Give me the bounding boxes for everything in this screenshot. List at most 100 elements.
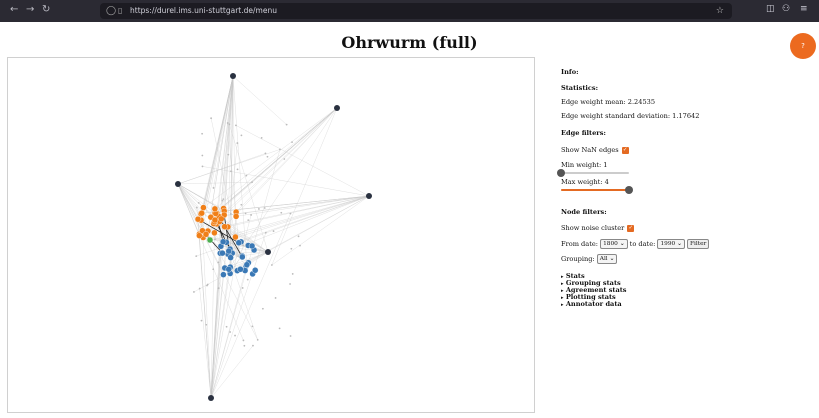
noise-node[interactable]	[222, 198, 225, 201]
outlier-node[interactable]	[366, 193, 372, 199]
back-icon[interactable]: ←	[10, 4, 18, 15]
help-button[interactable]: ?	[790, 33, 816, 59]
noise-node[interactable]	[201, 165, 204, 168]
noise-node[interactable]	[236, 142, 239, 144]
noise-node[interactable]	[279, 148, 281, 151]
noise-node[interactable]	[227, 153, 230, 156]
min-weight-thumb[interactable]	[557, 169, 565, 177]
noise-node[interactable]	[266, 155, 269, 158]
noise-node[interactable]	[274, 297, 277, 299]
noise-node[interactable]	[206, 283, 209, 286]
noise-node[interactable]	[247, 219, 250, 222]
cluster-node-orange[interactable]	[198, 209, 205, 217]
max-weight-thumb[interactable]	[625, 186, 633, 194]
cluster-node-blue[interactable]	[225, 266, 232, 273]
noise-node[interactable]	[193, 291, 195, 293]
noise-node[interactable]	[229, 331, 232, 333]
noise-node[interactable]	[195, 255, 198, 257]
noise-node[interactable]	[200, 319, 203, 322]
outlier-node[interactable]	[265, 249, 271, 255]
bookmark-star-icon[interactable]: ☆	[716, 3, 724, 19]
noise-node[interactable]	[234, 334, 236, 337]
noise-node[interactable]	[228, 123, 231, 126]
noise-node[interactable]	[229, 213, 232, 215]
outlier-node[interactable]	[230, 73, 236, 79]
cluster-node-blue[interactable]	[252, 267, 259, 274]
grouping-select[interactable]: All ⌄	[596, 254, 618, 264]
noise-node[interactable]	[264, 152, 267, 155]
noise-node[interactable]	[225, 325, 228, 328]
cluster-node-orange[interactable]	[218, 215, 225, 223]
menu-icon[interactable]: ≡	[800, 4, 808, 14]
noise-node[interactable]	[291, 141, 293, 144]
noise-node[interactable]	[256, 338, 259, 341]
cluster-node-orange[interactable]	[232, 213, 240, 220]
noise-node[interactable]	[280, 211, 283, 214]
noise-node[interactable]	[250, 214, 252, 216]
noise-node[interactable]	[278, 327, 281, 330]
noise-node[interactable]	[240, 134, 243, 137]
noise-node[interactable]	[197, 201, 200, 204]
cluster-node-blue[interactable]	[219, 238, 227, 245]
noise-node[interactable]	[242, 339, 245, 342]
details-annotator-data[interactable]: ▸ Annotator data	[561, 300, 622, 308]
noise-node[interactable]	[260, 136, 263, 139]
noise-node[interactable]	[201, 154, 204, 157]
outlier-node[interactable]	[334, 105, 340, 111]
noise-node[interactable]	[291, 273, 294, 275]
cluster-node-blue[interactable]	[237, 266, 244, 273]
cluster-node-orange[interactable]	[196, 232, 203, 239]
pocket-icon[interactable]: ◫	[766, 4, 775, 14]
outlier-node[interactable]	[175, 181, 181, 187]
noise-node[interactable]	[201, 132, 204, 135]
noise-node[interactable]	[243, 344, 246, 347]
cluster-node-orange[interactable]	[221, 223, 228, 230]
noise-node[interactable]	[244, 212, 247, 215]
noise-node[interactable]	[283, 158, 286, 160]
noise-node[interactable]	[290, 247, 293, 250]
noise-node[interactable]	[251, 181, 253, 184]
noise-node[interactable]	[264, 231, 267, 234]
cluster-node-blue[interactable]	[239, 253, 246, 261]
outlier-node[interactable]	[208, 395, 214, 401]
account-icon[interactable]: ⚇	[782, 4, 790, 14]
noise-node[interactable]	[299, 244, 301, 247]
max-weight-slider[interactable]	[561, 186, 633, 194]
noise-node[interactable]	[198, 287, 201, 290]
from-date-select[interactable]: 1800 ⌄	[600, 239, 628, 249]
min-weight-slider[interactable]	[557, 169, 629, 177]
noise-node[interactable]	[272, 230, 275, 233]
reload-icon[interactable]: ↻	[42, 4, 50, 15]
address-bar[interactable]: ◯ ▯ https://durel.ims.uni-stuttgart.de/m…	[100, 3, 732, 19]
noise-node[interactable]	[236, 168, 239, 171]
noise-node[interactable]	[235, 124, 237, 127]
noise-node[interactable]	[217, 287, 220, 290]
noise-node[interactable]	[245, 174, 248, 177]
cluster-node-orange[interactable]	[232, 233, 239, 241]
cluster-node-blue[interactable]	[227, 254, 234, 261]
cluster-node-blue[interactable]	[220, 271, 227, 278]
noise-node[interactable]	[226, 122, 229, 124]
show-noise-cluster-checkbox[interactable]: ✓	[627, 224, 635, 232]
noise-node[interactable]	[221, 199, 224, 202]
noise-node[interactable]	[217, 261, 220, 264]
cluster-node-blue[interactable]	[219, 249, 226, 257]
filter-button[interactable]: Filter	[687, 239, 710, 249]
noise-node[interactable]	[289, 283, 291, 285]
cluster-node-orange[interactable]	[211, 229, 218, 237]
noise-node[interactable]	[297, 235, 300, 238]
noise-node[interactable]	[205, 323, 208, 326]
cluster-node-orange[interactable]	[200, 204, 207, 211]
forward-icon[interactable]: →	[26, 4, 34, 15]
cluster-node-green[interactable]	[206, 236, 214, 244]
noise-node[interactable]	[258, 208, 260, 210]
noise-node[interactable]	[289, 212, 292, 215]
show-nan-edges-checkbox[interactable]: ✓	[621, 146, 629, 154]
noise-node[interactable]	[251, 325, 254, 328]
cluster-node-blue[interactable]	[235, 239, 242, 246]
noise-node[interactable]	[261, 307, 264, 310]
graph-canvas[interactable]	[7, 57, 535, 413]
graph-svg[interactable]	[8, 58, 536, 414]
cluster-node-orange[interactable]	[202, 231, 210, 238]
cluster-node-orange[interactable]	[211, 216, 219, 224]
